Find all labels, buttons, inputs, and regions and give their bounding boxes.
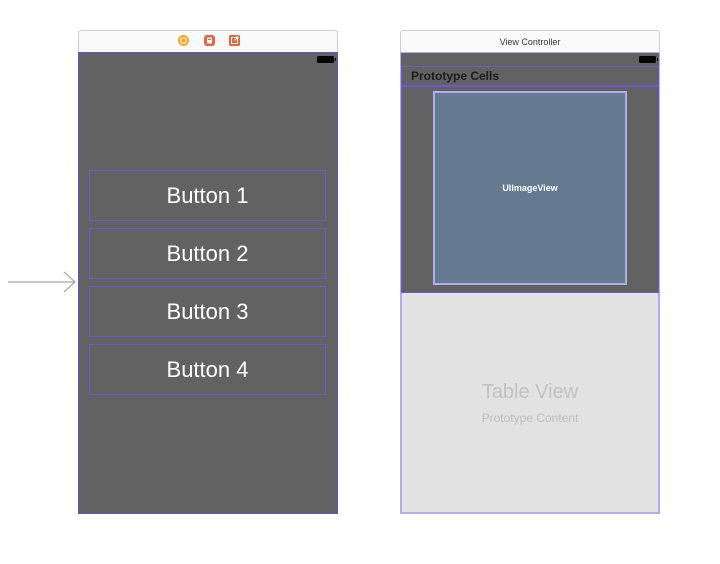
scene-1-root-view[interactable] [78,52,338,514]
prototype-cells-label: Prototype Cells [411,69,500,83]
button-2[interactable]: Button 2 [89,228,326,279]
button-1[interactable]: Button 1 [89,170,326,221]
view-controller-icon[interactable] [178,35,189,46]
button-3[interactable]: Button 3 [89,286,326,337]
image-view[interactable]: UIImageView [433,91,627,285]
status-bar [401,53,659,66]
battery-icon [317,56,336,63]
image-view-label: UIImageView [502,183,558,193]
table-view-placeholder-subtitle: Prototype Content [481,411,579,425]
exit-icon[interactable] [229,35,240,46]
scene-2-title-bar[interactable]: View Controller [400,30,660,52]
scene-2-title: View Controller [499,36,561,47]
table-view-placeholder-title: Table View [481,381,579,403]
initial-view-controller-arrow-icon[interactable] [8,270,78,294]
battery-icon [639,56,658,63]
first-responder-icon[interactable] [204,35,215,46]
button-4[interactable]: Button 4 [89,344,326,395]
prototype-cells-header[interactable]: Prototype Cells [401,66,659,86]
